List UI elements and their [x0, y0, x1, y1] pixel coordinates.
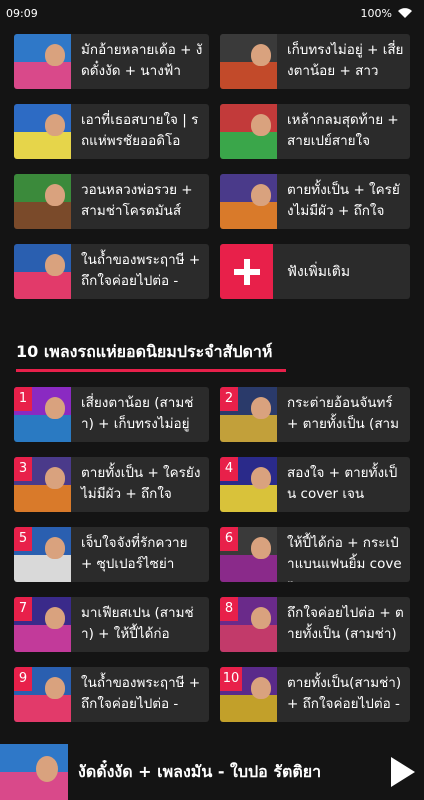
track-title: มาเฟียสเปน (สามช่า) + ให้ปี้ได้ก่อ — [81, 605, 194, 642]
track-title: เจ็บใจจังที่รักควาย + ซุปเปอร์ไซย่า — [81, 535, 188, 572]
wifi-icon — [398, 8, 412, 18]
track-title: เก็บทรงไม่อยู่ + เสี่ยงตาน้อย + สาว — [287, 42, 404, 79]
status-right: 100% — [361, 7, 412, 20]
recent-card[interactable]: เอาที่เธอสบายใจ | รถแห่พรชัยออดิโอ — [14, 104, 209, 159]
listen-more-label: ฟังเพิ่มเติม — [287, 263, 351, 280]
track-thumbnail — [14, 174, 71, 229]
rank-badge: 3 — [14, 457, 32, 481]
recent-card[interactable]: เก็บทรงไม่อยู่ + เสี่ยงตาน้อย + สาว — [220, 34, 410, 89]
track-title: ในถ้ำของพระฤาษี + ถึกใจค่อยไปต่อ - — [81, 675, 201, 712]
recent-card[interactable]: วอนหลวงพ่อรวย + สามช่าโครตมันส์ — [14, 174, 209, 229]
rank-badge: 4 — [220, 457, 238, 481]
recent-card[interactable]: มักอ้ายหลายเด้อ + งัดดั๋งงัด + นางฟ้า — [14, 34, 209, 89]
top10-card[interactable]: 1 เสี่ยงตาน้อย (สามช่า) + เก็บทรงไม่อยู่ — [14, 387, 209, 442]
listen-more-button[interactable]: ฟังเพิ่มเติม — [220, 244, 410, 299]
track-title: เสี่ยงตาน้อย (สามช่า) + เก็บทรงไม่อยู่ — [81, 395, 194, 432]
top10-card[interactable]: 5 เจ็บใจจังที่รักควาย + ซุปเปอร์ไซย่า — [14, 527, 209, 582]
top10-card[interactable]: 9 ในถ้ำของพระฤาษี + ถึกใจค่อยไปต่อ - — [14, 667, 209, 722]
track-thumbnail — [220, 104, 277, 159]
rank-badge: 2 — [220, 387, 238, 411]
track-title: เหล้ากลมสุดท้าย + สายเปย์สายใจ — [287, 112, 399, 149]
top10-card[interactable]: 4 สองใจ + ตายทั้งเป็น cover เจน — [220, 457, 410, 512]
top10-card[interactable]: 7 มาเฟียสเปน (สามช่า) + ให้ปี้ได้ก่อ — [14, 597, 209, 652]
top10-card[interactable]: 10 ตายทั้งเป็น(สามช่า) + ถึกใจค่อยไปต่อ … — [220, 667, 410, 722]
now-playing-title: งัดดั๋งงัด + เพลงมัน - ใบปอ รัตติยา — [78, 761, 322, 781]
track-title: ตายทั้งเป็น + ใครยังไม่มีผัว + ถึกใจ — [287, 182, 400, 219]
track-title: ตายทั้งเป็น + ใครยังไม่มีผัว + ถึกใจ — [81, 465, 201, 502]
track-title: สองใจ + ตายทั้งเป็น cover เจน — [287, 465, 398, 502]
status-time: 09:09 — [6, 6, 38, 20]
rank-badge: 7 — [14, 597, 32, 621]
section-title: 10 เพลงรถแห่ยอดนิยมประจำสัปดาห์ — [16, 342, 273, 361]
top10-grid: 1 เสี่ยงตาน้อย (สามช่า) + เก็บทรงไม่อยู่… — [14, 387, 410, 722]
track-thumbnail — [14, 34, 71, 89]
rank-badge: 9 — [14, 667, 32, 691]
rank-badge: 10 — [220, 667, 242, 691]
track-thumbnail — [14, 244, 71, 299]
track-title: ตายทั้งเป็น(สามช่า) + ถึกใจค่อยไปต่อ - — [287, 675, 402, 712]
now-playing-artwork — [0, 744, 68, 800]
top10-card[interactable]: 2 กระต่ายอ้อนจันทร์ + ตายทั้งเป็น (สาม — [220, 387, 410, 442]
recent-card[interactable]: เหล้ากลมสุดท้าย + สายเปย์สายใจ — [220, 104, 410, 159]
top10-card[interactable]: 8 ถึกใจค่อยไปต่อ + ตายทั้งเป็น (สามช่า) — [220, 597, 410, 652]
rank-badge: 1 — [14, 387, 32, 411]
recent-grid: มักอ้ายหลายเด้อ + งัดดั๋งงัด + นางฟ้า เก… — [14, 34, 410, 299]
play-button[interactable] — [380, 744, 424, 800]
status-bar: 09:09 100% — [0, 0, 424, 26]
plus-icon — [220, 244, 273, 299]
track-title: เอาที่เธอสบายใจ | รถแห่พรชัยออดิโอ — [81, 112, 199, 149]
battery-level: 100% — [360, 6, 392, 20]
recent-card[interactable]: ในถ้ำของพระฤาษี + ถึกใจค่อยไปต่อ - — [14, 244, 209, 299]
top10-card[interactable]: 3 ตายทั้งเป็น + ใครยังไม่มีผัว + ถึกใจ — [14, 457, 209, 512]
rank-badge: 6 — [220, 527, 238, 551]
recent-card[interactable]: ตายทั้งเป็น + ใครยังไม่มีผัว + ถึกใจ — [220, 174, 410, 229]
track-thumbnail — [14, 104, 71, 159]
track-title: ในถ้ำของพระฤาษี + ถึกใจค่อยไปต่อ - — [81, 252, 201, 289]
section-underline — [16, 369, 286, 372]
play-icon — [391, 757, 415, 787]
track-title: ให้ปี้ได้ก่อ + กระเป๋าแบนแฟนยิ้ม cover — [287, 535, 402, 582]
track-title: กระต่ายอ้อนจันทร์ + ตายทั้งเป็น (สาม — [287, 395, 400, 432]
rank-badge: 8 — [220, 597, 238, 621]
top10-card[interactable]: 6 ให้ปี้ได้ก่อ + กระเป๋าแบนแฟนยิ้ม cover — [220, 527, 410, 582]
track-title: มักอ้ายหลายเด้อ + งัดดั๋งงัด + นางฟ้า — [81, 42, 203, 79]
track-thumbnail — [220, 174, 277, 229]
track-title: วอนหลวงพ่อรวย + สามช่าโครตมันส์ — [81, 182, 193, 219]
track-thumbnail — [220, 34, 277, 89]
now-playing-bar[interactable]: งัดดั๋งงัด + เพลงมัน - ใบปอ รัตติยา — [0, 744, 424, 800]
rank-badge: 5 — [14, 527, 32, 551]
track-title: ถึกใจค่อยไปต่อ + ตายทั้งเป็น (สามช่า) — [287, 605, 404, 642]
